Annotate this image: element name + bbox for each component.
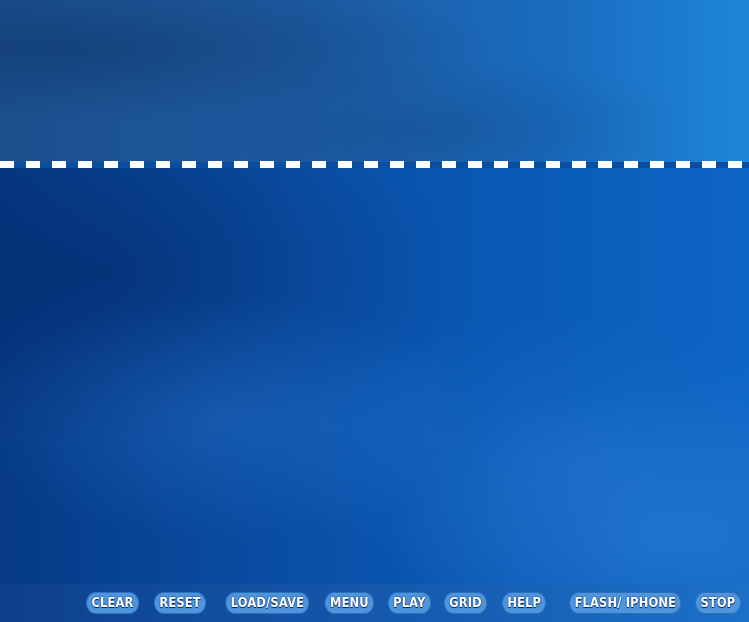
play-area[interactable] <box>0 168 749 584</box>
grid-button[interactable]: GRID <box>444 592 488 614</box>
menu-button[interactable]: MENU <box>324 592 374 614</box>
load-save-button[interactable]: LOAD/SAVE <box>225 592 310 614</box>
flash-iphone-button[interactable]: FLASH/ IPHONE <box>569 592 682 614</box>
stop-button[interactable]: STOP <box>695 592 741 614</box>
top-launch-area[interactable] <box>0 0 749 162</box>
help-button[interactable]: HELP <box>501 592 546 614</box>
dashed-divider-line <box>0 161 749 168</box>
play-button[interactable]: PLAY <box>387 592 431 614</box>
reset-button[interactable]: RESET <box>154 592 207 614</box>
game-stage: CLEAR RESET LOAD/SAVE MENU PLAY GRID HEL… <box>0 0 749 622</box>
bottom-toolbar: CLEAR RESET LOAD/SAVE MENU PLAY GRID HEL… <box>0 584 749 622</box>
clear-button[interactable]: CLEAR <box>86 592 140 614</box>
